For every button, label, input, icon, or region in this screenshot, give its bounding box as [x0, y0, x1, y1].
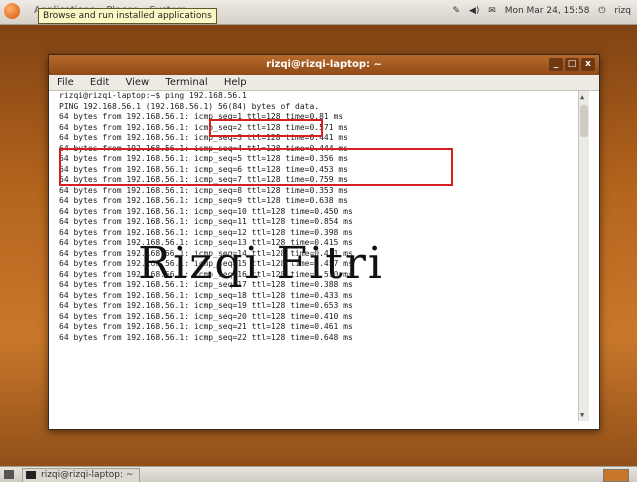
top-panel: Applications Places System Browse and ru…	[0, 0, 637, 25]
window-title: rizqi@rizqi-laptop: ~	[266, 59, 382, 70]
scroll-thumb[interactable]	[580, 105, 588, 137]
terminal-line: PING 192.168.56.1 (192.168.56.1) 56(84) …	[59, 101, 320, 111]
taskbar-item-label: rizqi@rizqi-laptop: ~	[41, 470, 134, 480]
applications-tooltip: Browse and run installed applications	[38, 8, 217, 24]
scroll-up-icon[interactable]: ▲	[580, 92, 584, 103]
clock[interactable]: Mon Mar 24, 15:58	[505, 6, 590, 16]
replies-highlight-box	[59, 148, 453, 186]
terminal-line: 64 bytes from 192.168.56.1: icmp_seq=22 …	[59, 332, 353, 342]
close-button[interactable]: x	[581, 58, 595, 71]
terminal-line: 64 bytes from 192.168.56.1: icmp_seq=10 …	[59, 206, 353, 216]
watermark-text: Rizqi Fitri	[138, 238, 384, 289]
command-highlight-box	[209, 119, 323, 137]
mail-icon[interactable]: ✉	[488, 6, 496, 16]
terminal-line: 64 bytes from 192.168.56.1: icmp_seq=2 t…	[59, 122, 348, 132]
terminal-line: rizqi@rizqi-laptop:~$ ping 192.168.56.1	[59, 91, 247, 100]
terminal-line: 64 bytes from 192.168.56.1: icmp_seq=8 t…	[59, 185, 348, 195]
menu-help[interactable]: Help	[224, 77, 247, 88]
menu-edit[interactable]: Edit	[90, 77, 109, 88]
maximize-button[interactable]: □	[565, 58, 579, 71]
menu-terminal[interactable]: Terminal	[165, 77, 207, 88]
terminal-line: 64 bytes from 192.168.56.1: icmp_seq=3 t…	[59, 133, 348, 142]
show-desktop-icon[interactable]	[4, 470, 14, 479]
taskbar-item-terminal[interactable]: rizqi@rizqi-laptop: ~	[22, 468, 141, 482]
terminal-line: 64 bytes from 192.168.56.1: icmp_seq=12 …	[59, 227, 353, 237]
terminal-icon	[26, 471, 36, 479]
system-tray: ✎ ◀) ✉ Mon Mar 24, 15:58 ⏻ rizq	[447, 6, 631, 16]
bottom-panel: rizqi@rizqi-laptop: ~	[0, 466, 637, 482]
window-controls: _ □ x	[549, 58, 595, 71]
terminal-line: 64 bytes from 192.168.56.1: icmp_seq=20 …	[59, 311, 353, 321]
terminal-line: 64 bytes from 192.168.56.1: icmp_seq=1 t…	[59, 112, 344, 121]
power-icon[interactable]: ⏻	[598, 6, 605, 16]
terminal-line: 64 bytes from 192.168.56.1: icmp_seq=9 t…	[59, 196, 348, 205]
terminal-line: 64 bytes from 192.168.56.1: icmp_seq=19 …	[59, 301, 353, 310]
terminal-scrollbar[interactable]: ▲ ▼	[578, 91, 589, 421]
desktop: Applications Places System Browse and ru…	[0, 0, 637, 482]
menu-view[interactable]: View	[125, 77, 149, 88]
terminal-line: 64 bytes from 192.168.56.1: icmp_seq=18 …	[59, 290, 353, 300]
workspace-switcher[interactable]	[603, 469, 629, 482]
window-titlebar[interactable]: rizqi@rizqi-laptop: ~ _ □ x	[49, 55, 599, 75]
menu-file[interactable]: File	[57, 77, 74, 88]
scroll-down-icon[interactable]: ▼	[580, 410, 584, 421]
terminal-line: 64 bytes from 192.168.56.1: icmp_seq=11 …	[59, 217, 353, 226]
window-menubar: File Edit View Terminal Help	[49, 75, 599, 91]
minimize-button[interactable]: _	[549, 58, 563, 71]
network-icon[interactable]: ✎	[453, 6, 461, 16]
user-name[interactable]: rizq	[614, 6, 631, 16]
terminal-line: 64 bytes from 192.168.56.1: icmp_seq=21 …	[59, 322, 353, 331]
ubuntu-logo-icon[interactable]	[4, 3, 20, 19]
volume-icon[interactable]: ◀)	[469, 6, 479, 16]
